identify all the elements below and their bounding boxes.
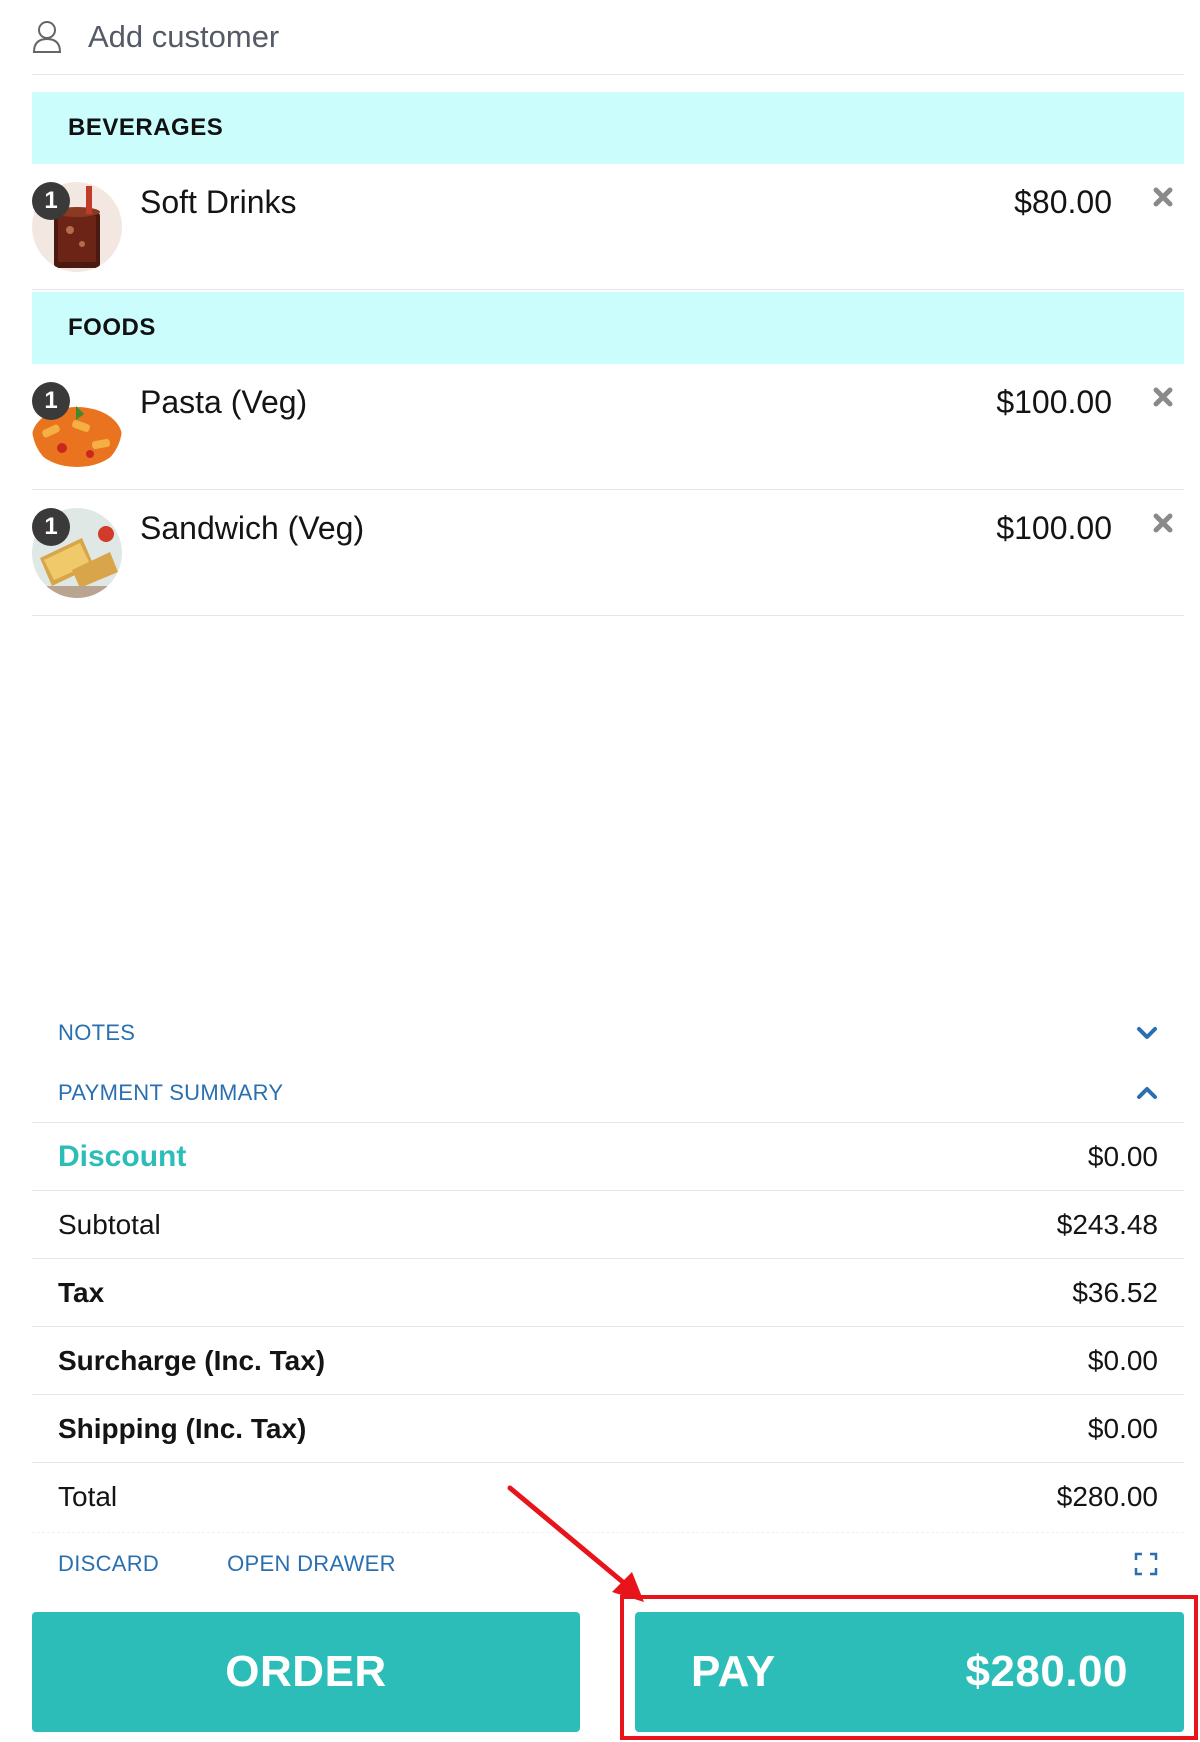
add-customer-label: Add customer [88, 19, 280, 54]
total-row: Total $280.00 [32, 1462, 1184, 1530]
order-line-item[interactable]: 1 Pasta (Veg) $100.00 [32, 364, 1184, 490]
discount-row[interactable]: Discount $0.00 [32, 1122, 1184, 1190]
discount-value: $0.00 [1087, 1140, 1158, 1172]
surcharge-value: $0.00 [1087, 1344, 1158, 1376]
discount-label[interactable]: Discount [58, 1140, 186, 1174]
pay-button-label: PAY [691, 1647, 776, 1696]
surcharge-row: Surcharge (Inc. Tax) $0.00 [32, 1326, 1184, 1394]
quantity-badge: 1 [32, 382, 70, 420]
subtotal-value: $243.48 [1056, 1208, 1158, 1240]
payment-summary-label: PAYMENT SUMMARY [58, 1080, 284, 1105]
category-header-foods: FOODS [32, 292, 1184, 364]
chevron-up-icon [1137, 1087, 1157, 1099]
shipping-row: Shipping (Inc. Tax) $0.00 [32, 1394, 1184, 1462]
notes-label: NOTES [58, 1020, 136, 1045]
fullscreen-icon[interactable] [1134, 1552, 1158, 1576]
category-header-beverages: BEVERAGES [32, 92, 1184, 164]
user-icon [32, 21, 62, 53]
order-line-item[interactable]: 1 Sandwich (Veg) $100.00 [32, 490, 1184, 616]
item-name: Sandwich (Veg) [140, 510, 365, 546]
notes-toggle[interactable]: NOTES [32, 1005, 1184, 1061]
payment-summary-toggle[interactable]: PAYMENT SUMMARY [32, 1065, 1184, 1121]
order-button-label: ORDER [225, 1647, 387, 1696]
shipping-label: Shipping (Inc. Tax) [58, 1412, 307, 1444]
pos-order-panel: Add customer BEVERAGES 1 Soft Drinks $80… [0, 0, 1200, 1742]
item-price: $100.00 [996, 510, 1112, 546]
item-name: Soft Drinks [140, 184, 297, 220]
add-customer-button[interactable]: Add customer [32, 0, 1184, 75]
order-line-item[interactable]: 1 Soft Drinks $80.00 [32, 164, 1184, 290]
quantity-badge: 1 [32, 182, 70, 220]
subtotal-label: Subtotal [58, 1208, 161, 1240]
surcharge-label: Surcharge (Inc. Tax) [58, 1344, 326, 1376]
remove-item-icon[interactable] [1152, 386, 1174, 408]
action-links: DISCARD OPEN DRAWER [32, 1532, 1184, 1594]
pay-button-amount: $280.00 [965, 1647, 1128, 1696]
pay-button[interactable]: PAY $280.00 [635, 1612, 1184, 1732]
chevron-down-icon [1137, 1027, 1157, 1039]
subtotal-row: Subtotal $243.48 [32, 1190, 1184, 1258]
remove-item-icon[interactable] [1152, 512, 1174, 534]
total-label: Total [58, 1480, 118, 1512]
order-button[interactable]: ORDER [32, 1612, 580, 1732]
item-price: $100.00 [996, 384, 1112, 420]
total-value: $280.00 [1056, 1480, 1158, 1512]
tax-label: Tax [58, 1276, 105, 1308]
tax-value: $36.52 [1072, 1276, 1158, 1308]
shipping-value: $0.00 [1087, 1412, 1158, 1444]
remove-item-icon[interactable] [1152, 186, 1174, 208]
open-drawer-button[interactable]: OPEN DRAWER [227, 1551, 396, 1577]
item-name: Pasta (Veg) [140, 384, 308, 420]
tax-row: Tax $36.52 [32, 1258, 1184, 1326]
discard-button[interactable]: DISCARD [58, 1551, 159, 1577]
quantity-badge: 1 [32, 508, 70, 546]
item-price: $80.00 [1014, 184, 1112, 220]
